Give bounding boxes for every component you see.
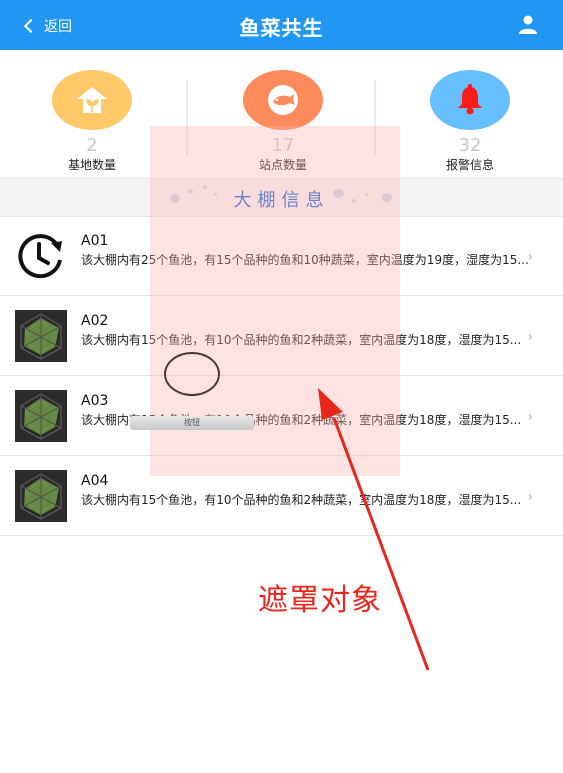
list-item[interactable]: A04 该大棚内有15个鱼池，有10个品种的鱼和2种蔬菜，室内温度为18度，湿度… — [0, 456, 563, 536]
stat-label: 基地数量 — [67, 158, 116, 172]
section-title: 大棚信息 — [233, 190, 330, 211]
chevron-right-icon: › — [527, 330, 533, 345]
ring-shape — [164, 352, 220, 396]
greenhouse-list: A01 该大棚内有25个鱼池，有15个品种的鱼和10种蔬菜，室内温度为19度，湿… — [0, 216, 563, 536]
bell-icon — [430, 70, 510, 130]
stat-bases[interactable]: 2 基地数量 — [32, 70, 152, 172]
item-name: A04 — [81, 473, 109, 489]
house-sprout-icon — [52, 70, 132, 130]
clock-icon — [18, 234, 62, 279]
item-desc: 该大棚内有15个鱼池，有10个品种的鱼和2种蔬菜，室内温度为18度，湿度为15.… — [81, 493, 522, 507]
stat-count: 32 — [458, 135, 482, 156]
list-item[interactable]: A01 该大棚内有25个鱼池，有15个品种的鱼和10种蔬菜，室内温度为19度，湿… — [0, 216, 563, 296]
overlay-button[interactable]: 按钮 — [130, 416, 254, 430]
chevron-right-icon: › — [527, 250, 533, 265]
list-item[interactable]: A02 该大棚内有15个鱼池，有10个品种的鱼和2种蔬菜，室内温度为18度，湿度… — [0, 296, 563, 376]
radar-chart-icon — [15, 470, 67, 522]
chevron-right-icon: › — [527, 490, 533, 505]
list-item[interactable]: A03 该大棚内有15个鱼池，有10个品种的鱼和2种蔬菜，室内温度为18度，湿度… — [0, 376, 563, 456]
section-header: 大棚信息 — [0, 178, 563, 217]
stat-count: 17 — [271, 135, 295, 156]
annotation-label: 遮罩对象 — [258, 583, 382, 618]
divider — [186, 80, 188, 156]
page-title: 鱼菜共生 — [239, 16, 324, 40]
item-name: A01 — [81, 233, 109, 249]
divider — [374, 80, 376, 156]
stat-alarms[interactable]: 32 报警信息 — [410, 70, 530, 172]
app-header: 返回 鱼菜共生 — [0, 0, 563, 50]
radar-chart-icon — [15, 310, 67, 362]
item-name: A02 — [81, 313, 109, 329]
radar-chart-icon — [15, 390, 67, 442]
item-desc: 该大棚内有25个鱼池，有15个品种的鱼和10种蔬菜，室内温度为19度，湿度为15… — [81, 253, 529, 267]
stat-label: 报警信息 — [445, 158, 494, 172]
fish-icon — [243, 70, 323, 130]
stat-stations[interactable]: 17 站点数量 — [223, 70, 343, 172]
user-icon[interactable] — [519, 15, 537, 35]
stats-panel: 2 基地数量 17 站点数量 32 报警信息 — [0, 50, 563, 178]
stat-count: 2 — [86, 135, 98, 156]
item-name: A03 — [81, 393, 109, 409]
stat-label: 站点数量 — [258, 158, 307, 172]
chevron-right-icon: › — [527, 410, 533, 425]
item-desc: 该大棚内有15个鱼池，有10个品种的鱼和2种蔬菜，室内温度为18度，湿度为15.… — [81, 333, 522, 347]
